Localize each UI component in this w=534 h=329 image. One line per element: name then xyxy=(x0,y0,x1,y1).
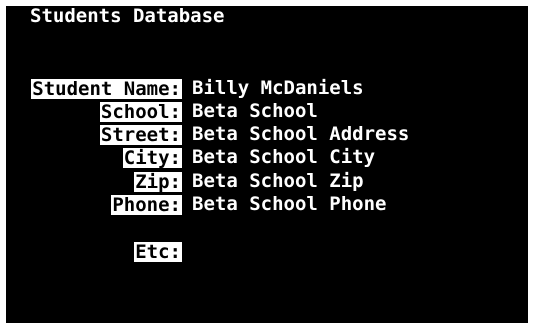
field-separator: : xyxy=(169,100,181,123)
field-label-street: Street: xyxy=(99,123,182,146)
field-row-phone: Phone: Beta School Phone xyxy=(30,193,386,216)
terminal-screen: Students Database Student Name: Billy Mc… xyxy=(6,6,528,323)
field-value-street[interactable]: Beta School Address xyxy=(192,123,409,146)
field-value-city[interactable]: Beta School City xyxy=(192,146,375,169)
field-value-phone[interactable]: Beta School Phone xyxy=(192,193,386,216)
field-label-school: School: xyxy=(99,100,182,123)
field-value-student-name[interactable]: Billy McDaniels xyxy=(192,77,364,100)
field-separator: : xyxy=(169,77,181,100)
field-value-school[interactable]: Beta School xyxy=(192,100,318,123)
field-label-student-name: Student Name: xyxy=(31,77,182,100)
field-separator: : xyxy=(169,146,181,169)
field-label-etc: Etc: xyxy=(134,240,182,263)
field-row-street: Street: Beta School Address xyxy=(30,123,409,146)
field-row-etc: Etc: xyxy=(30,240,192,263)
field-separator: : xyxy=(169,123,181,146)
field-separator: : xyxy=(169,193,181,216)
field-separator: : xyxy=(169,240,181,263)
field-row-city: City: Beta School City xyxy=(30,146,375,169)
field-row-school: School: Beta School xyxy=(30,100,318,123)
field-value-zip[interactable]: Beta School Zip xyxy=(192,170,364,193)
app-title: Students Database xyxy=(30,6,225,27)
field-row-zip: Zip: Beta School Zip xyxy=(30,170,364,193)
field-label-phone: Phone: xyxy=(111,193,182,216)
field-label-zip: Zip: xyxy=(134,170,182,193)
field-separator: : xyxy=(169,170,181,193)
field-row-student-name: Student Name: Billy McDaniels xyxy=(30,77,364,100)
field-label-city: City: xyxy=(122,146,182,169)
